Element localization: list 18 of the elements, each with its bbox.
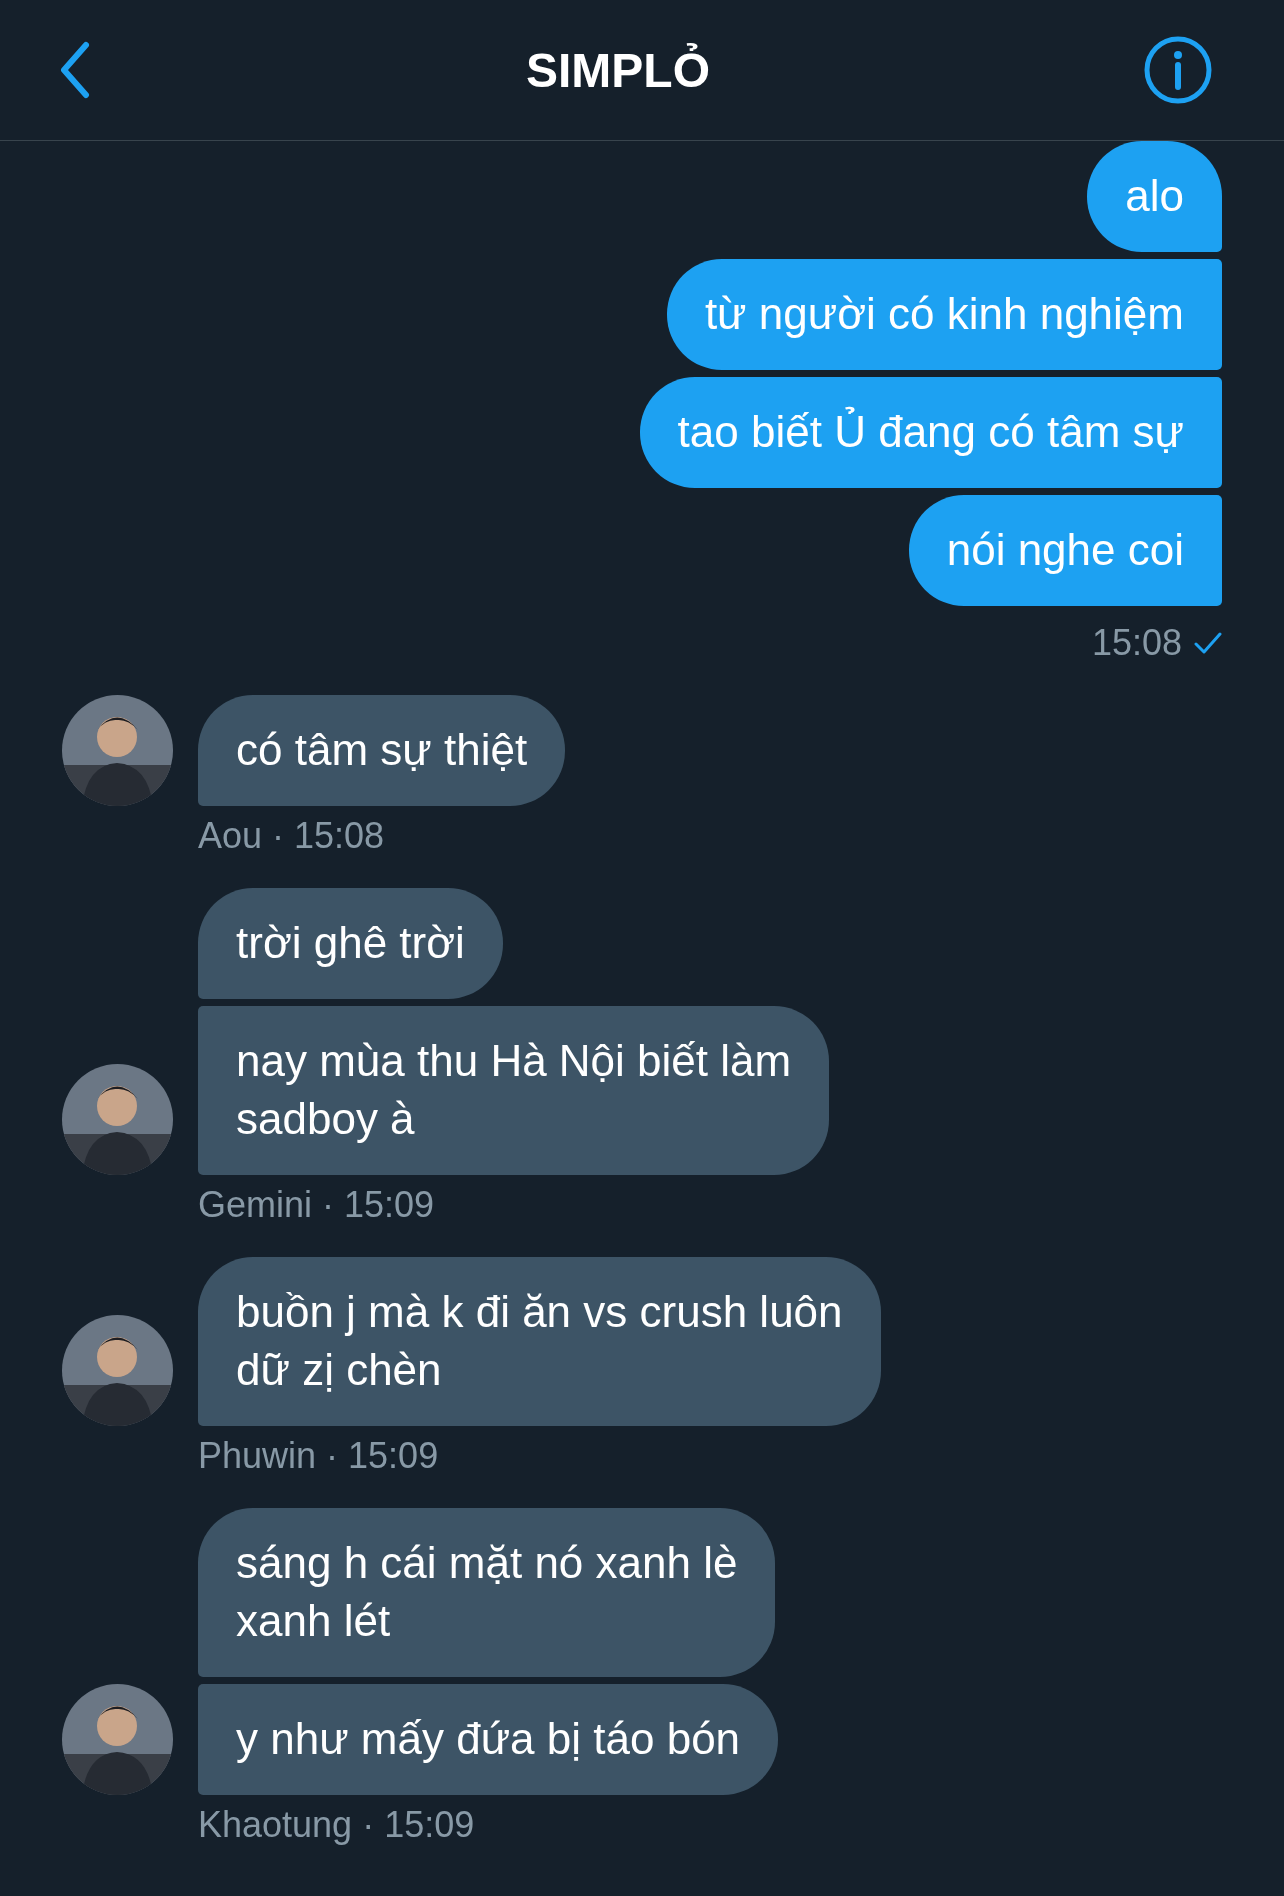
- message-bubble: buồn j mà k đi ăn vs crush luôn dữ zị chèn: [198, 1257, 881, 1426]
- message-bubble: y như mấy đứa bị táo bón: [198, 1684, 779, 1795]
- sender-and-time: Khaotung · 15:09: [198, 1803, 476, 1847]
- sender-and-time: Phuwin · 15:09: [198, 1434, 440, 1478]
- message-bubble: nay mùa thu Hà Nội biết làm sadboy à: [198, 1006, 830, 1175]
- message-time: 15:08: [1091, 621, 1182, 665]
- message-bubble: có tâm sự thiệt: [198, 695, 566, 806]
- message-bubble: sáng h cái mặt nó xanh lè xanh lét: [198, 1508, 776, 1677]
- message-bubble: alo: [1087, 141, 1222, 252]
- back-button[interactable]: [58, 41, 92, 99]
- sender-and-time: Aou · 15:08: [198, 814, 386, 858]
- message-bubble: từ người có kinh nghiệm: [666, 259, 1222, 370]
- message-bubble: nói nghe coi: [908, 495, 1222, 606]
- sender-and-time: Gemini · 15:09: [198, 1183, 436, 1227]
- info-button[interactable]: [1144, 36, 1212, 104]
- message-bubble: trời ghê trời: [198, 888, 503, 999]
- message-bubble: tao biết Ủ đang có tâm sự: [639, 377, 1222, 488]
- conversation-title: SIMPLỎ: [526, 42, 710, 98]
